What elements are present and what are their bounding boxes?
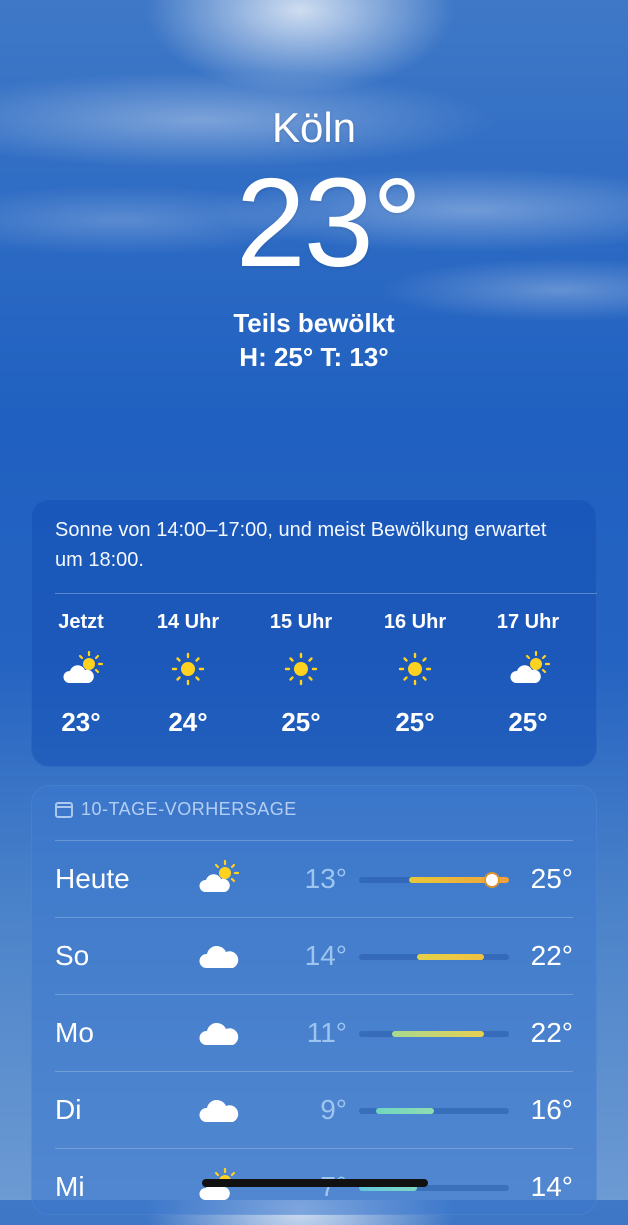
temperature-range-bar (359, 1031, 509, 1037)
hour-temp: 25° (281, 707, 321, 737)
forecast-row[interactable]: Mi 7° 14° (31, 1149, 597, 1225)
forecast-day: So (55, 940, 90, 971)
sun-icon (281, 651, 321, 687)
ten-day-forecast-card[interactable]: 10-TAGE-VORHERSAGE Heute 13° 25° So 14° … (31, 785, 597, 1215)
hour-temp: 25° (395, 707, 435, 737)
forecast-high: 22° (530, 940, 573, 971)
forecast-day: Mo (55, 1017, 94, 1048)
hour-label: 14 Uhr (156, 611, 220, 633)
cloud-icon (197, 936, 241, 974)
forecast-high: 16° (530, 1094, 573, 1125)
temperature-range-fill (417, 954, 484, 960)
hourly-divider (55, 593, 597, 594)
forecast-row-today[interactable]: Heute 13° 25° (31, 841, 597, 917)
temperature-range-fill (392, 1031, 484, 1037)
forecast-title: 10-TAGE-VORHERSAGE (81, 799, 297, 819)
forecast-row[interactable]: So 14° 22° (31, 918, 597, 994)
hour-temp: 23° (61, 707, 101, 737)
hour-label: 17 Uhr (496, 611, 560, 633)
forecast-day: Heute (55, 863, 130, 894)
partly-sunny-icon (61, 651, 104, 687)
temperature-range-bar (359, 874, 509, 886)
forecast-low: 9° (320, 1094, 347, 1125)
forecast-high: 14° (530, 1171, 573, 1202)
forecast-low: 11° (306, 1017, 347, 1048)
temperature-range-bar (359, 1108, 509, 1114)
current-temp-marker (486, 874, 499, 886)
calendar-icon (55, 801, 73, 818)
high-low-text: H: 25° T: 13° (239, 342, 389, 372)
hour-temp: 25° (508, 707, 548, 737)
sun-icon (395, 651, 435, 687)
forecast-day: Di (55, 1094, 82, 1125)
condition-text: Teils bewölkt (233, 308, 395, 338)
partly-sunny-icon (508, 651, 551, 687)
partly-sunny-icon (197, 859, 241, 897)
forecast-low: 13° (304, 863, 347, 894)
hour-label: 16 Uhr (383, 611, 447, 633)
forecast-high: 25° (530, 863, 573, 894)
hourly-forecast-card[interactable]: Sonne von 14:00–17:00, und meist Bewölku… (31, 499, 597, 767)
hourly-list[interactable]: Jetzt 23° 14 Uhr 24° 15 Uhr 25° 16 Uhr 2… (31, 611, 597, 751)
current-temperature: 23° (235, 152, 423, 293)
cloud-icon (197, 1090, 241, 1128)
forecast-day: Mi (55, 1171, 85, 1202)
hourly-summary: Sonne von 14:00–17:00, und meist Bewölku… (55, 519, 547, 571)
forecast-low: 14° (304, 940, 347, 971)
forecast-high: 22° (530, 1017, 573, 1048)
city-name: Köln (271, 104, 357, 151)
sun-icon (168, 651, 208, 687)
temperature-range-fill (375, 1108, 434, 1114)
forecast-row[interactable]: Di 9° 16° (31, 1072, 597, 1148)
forecast-header: 10-TAGE-VORHERSAGE (55, 799, 297, 820)
hour-temp: 24° (168, 707, 208, 737)
hour-label: Jetzt (58, 611, 104, 633)
temperature-range-bar (359, 954, 509, 960)
home-indicator[interactable] (202, 1179, 428, 1187)
hour-label: 15 Uhr (269, 611, 333, 633)
forecast-row[interactable]: Mo 11° 22° (31, 995, 597, 1071)
cloud-icon (197, 1013, 241, 1051)
forecast-low: 7° (320, 1171, 347, 1203)
